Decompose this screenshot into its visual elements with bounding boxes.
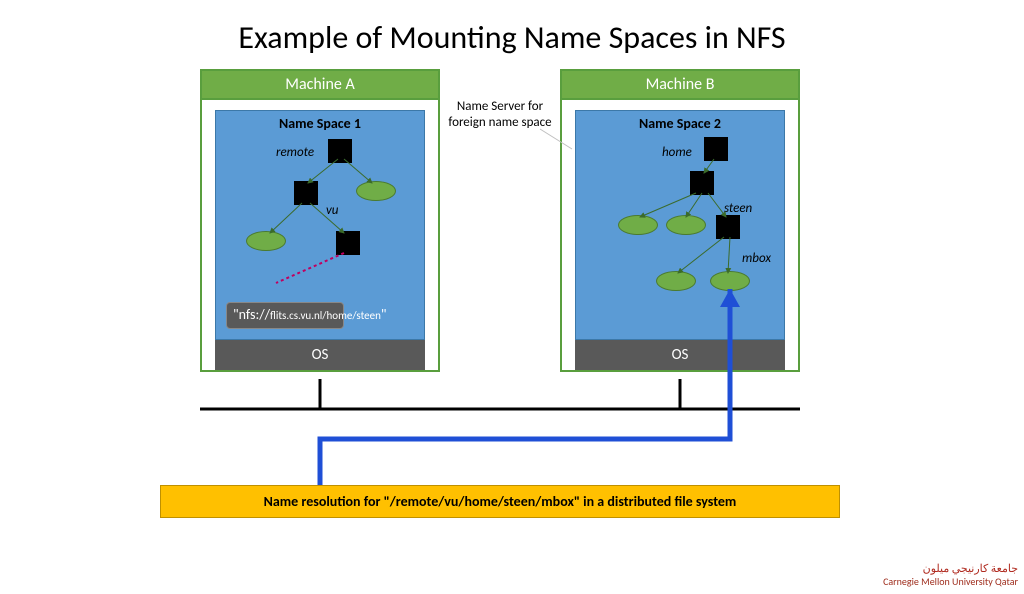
node-leaf-b2 — [666, 215, 706, 235]
namespace-1: Name Space 1 remote vu — [215, 110, 425, 340]
node-steen — [716, 215, 740, 239]
caption-bar: Name resolution for "/remote/vu/home/ste… — [160, 485, 840, 518]
university-logo: جامعة كارنيجي ميلون Carnegie Mellon Univ… — [883, 562, 1018, 588]
label-home: home — [662, 145, 692, 160]
node-leaf-a2 — [246, 231, 286, 251]
name-server-label: Name Server for foreign name space — [440, 99, 560, 130]
node-leaf-b3 — [656, 271, 696, 291]
logo-arabic: جامعة كارنيجي ميلون — [883, 562, 1018, 575]
node-root-a — [328, 139, 352, 163]
os-bar-b: OS — [575, 340, 785, 370]
node-leaf-b1 — [618, 215, 658, 235]
node-leaf-a1 — [356, 181, 396, 201]
machine-a-header: Machine A — [202, 71, 438, 100]
node-vu — [336, 231, 360, 255]
nfs-prefix: "nfs:// — [233, 306, 270, 323]
namespace-2-label: Name Space 2 — [576, 111, 784, 136]
nfs-suffix: " — [381, 306, 387, 323]
label-mbox: mbox — [742, 251, 771, 266]
nfs-url-box: "nfs://flits.cs.vu.nl/home/steen" — [226, 302, 344, 329]
namespace-1-label: Name Space 1 — [216, 111, 424, 136]
label-remote: remote — [276, 145, 314, 160]
logo-english: Carnegie Mellon University Qatar — [883, 575, 1018, 588]
node-mbox — [710, 271, 750, 291]
connector-lines — [0, 69, 1024, 529]
os-bar-a: OS — [215, 340, 425, 370]
slide-title: Example of Mounting Name Spaces in NFS — [0, 18, 1024, 57]
machine-b-header: Machine B — [562, 71, 798, 100]
namespace-2: Name Space 2 home steen mbox — [575, 110, 785, 340]
nfs-url: flits.cs.vu.nl/home/steen — [270, 309, 381, 322]
diagram-stage: Name Server for foreign name space Machi… — [0, 69, 1024, 529]
machine-b: Machine B Name Space 2 home steen mbox — [560, 69, 800, 372]
node-home — [690, 171, 714, 195]
node-remote — [294, 181, 318, 205]
label-steen: steen — [724, 201, 752, 216]
label-vu: vu — [326, 203, 338, 218]
node-root-b — [704, 137, 728, 161]
machine-a: Machine A Name Space 1 remote vu — [200, 69, 440, 372]
